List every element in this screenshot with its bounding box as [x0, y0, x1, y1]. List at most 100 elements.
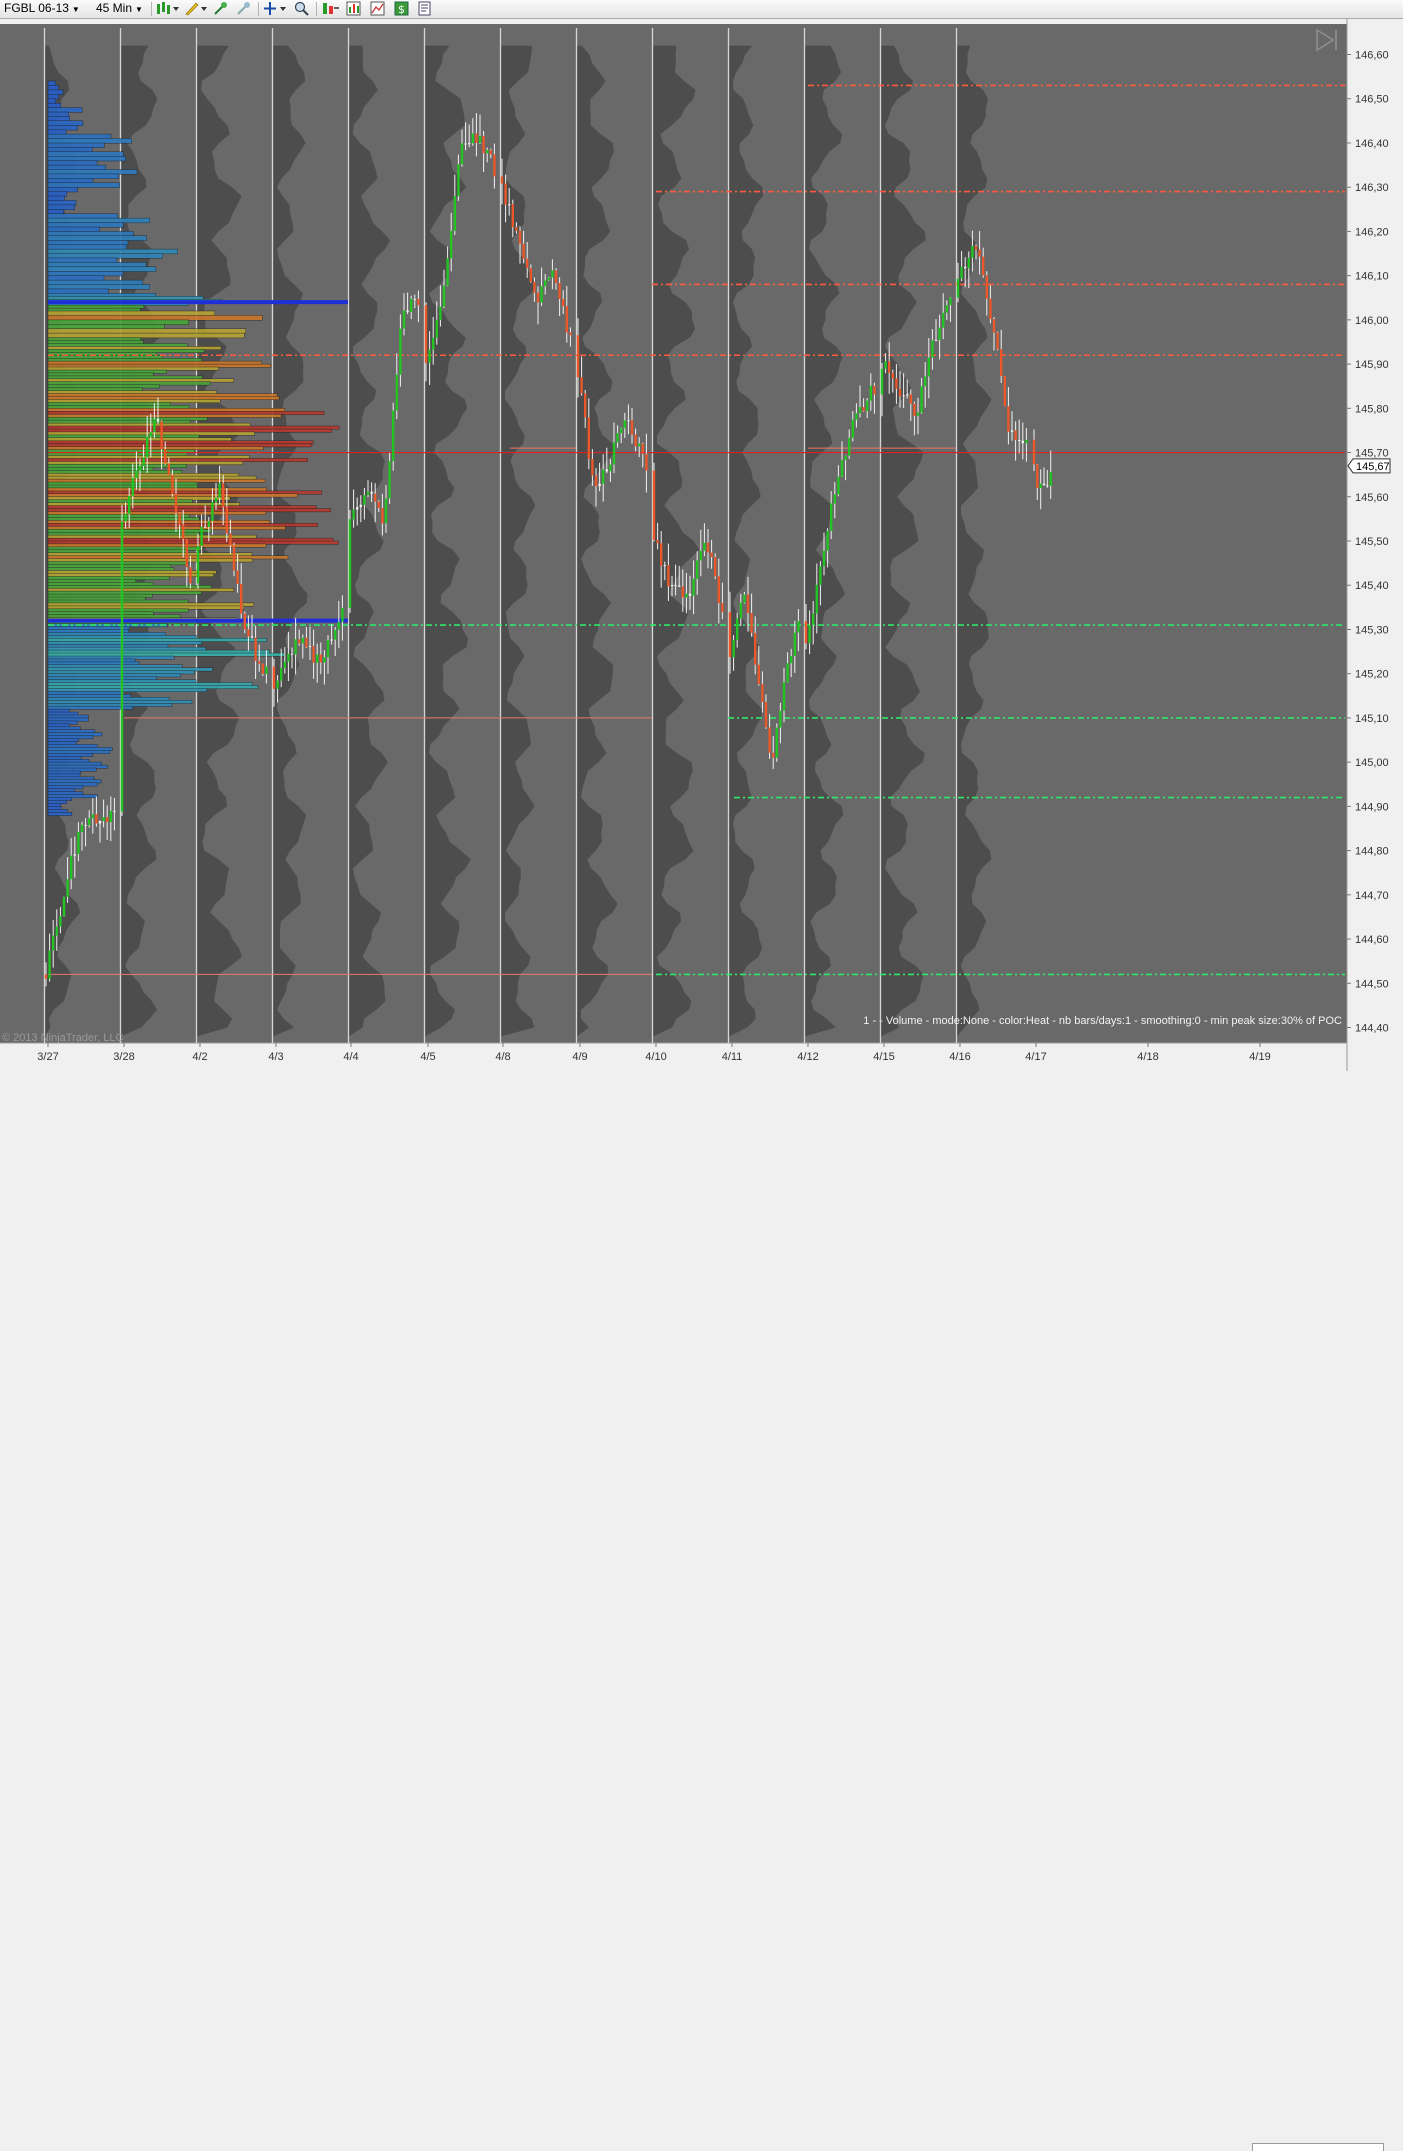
price-axis-label: 145,60	[1355, 492, 1389, 504]
candle-body	[366, 491, 370, 496]
volume-profile-bar	[47, 191, 68, 197]
candle-body	[417, 299, 420, 306]
candle-body	[855, 413, 858, 420]
volume-profile-bar	[47, 248, 178, 255]
candle-body	[106, 817, 109, 823]
candle-body	[66, 879, 69, 897]
toolbar-separator	[258, 2, 259, 16]
candle-body	[652, 470, 656, 540]
candle-body	[294, 639, 297, 655]
candle-body	[945, 305, 948, 313]
candle-body	[569, 332, 572, 336]
candle-body	[674, 585, 677, 587]
candle-body	[688, 593, 692, 596]
candle-body	[402, 310, 406, 329]
candle-body	[446, 258, 449, 286]
price-axis-label: 146,40	[1355, 138, 1389, 150]
candle-body	[370, 491, 373, 494]
bar-style-icon[interactable]	[156, 1, 180, 16]
volume-profile-bar	[47, 235, 147, 241]
candle-body	[475, 133, 478, 143]
crosshair-icon[interactable]	[263, 1, 287, 16]
candle-body	[276, 680, 279, 689]
candle-body	[508, 204, 511, 206]
candle-body	[837, 476, 840, 495]
candle-body	[891, 372, 894, 379]
volume-profile-bar	[47, 213, 118, 219]
price-axis-label: 146,50	[1355, 94, 1389, 106]
date-axis-label: 4/10	[645, 1051, 666, 1063]
candle-body	[562, 299, 565, 307]
price-axis-label: 145,80	[1355, 403, 1389, 415]
pencil-draw-icon[interactable]	[184, 1, 208, 16]
price-axis-label: 144,60	[1355, 934, 1389, 946]
status-strip	[0, 1071, 1403, 2151]
candle-body	[605, 469, 608, 472]
price-axis-label: 146,20	[1355, 226, 1389, 238]
candle-body	[174, 493, 178, 513]
candle-body	[109, 810, 112, 823]
volume-profile-bar	[47, 262, 147, 268]
indicators-icon[interactable]	[346, 1, 361, 16]
candle-body	[754, 632, 757, 665]
candle-body	[1007, 406, 1010, 432]
price-chart[interactable]: 146,60 146,50 146,40 146,30 146,20 146,10 146,…	[0, 19, 1403, 1079]
candle-body	[218, 483, 221, 498]
candle-body	[721, 603, 724, 613]
candle-body	[156, 419, 160, 422]
volume-profile-bar	[47, 94, 59, 100]
chevron-down-icon: ▼	[135, 5, 143, 14]
dollar-icon[interactable]: $	[394, 1, 409, 16]
candle-body	[739, 602, 742, 619]
candle-body	[504, 183, 507, 205]
candle-body	[761, 684, 764, 702]
price-axis-panel	[1347, 19, 1403, 1079]
instrument-selector[interactable]: FGBL 06-13 ▼	[4, 0, 80, 18]
date-axis-label: 4/18	[1137, 1051, 1158, 1063]
candle-body	[272, 666, 276, 689]
candle-body	[964, 266, 967, 269]
magnifier-icon[interactable]	[294, 1, 309, 16]
candle-body	[728, 612, 732, 658]
volume-profile-bar	[47, 129, 67, 135]
candle-body	[283, 661, 286, 669]
candle-body	[189, 567, 192, 584]
volume-profile-bar	[47, 279, 144, 286]
candle-body	[956, 278, 960, 298]
candle-body	[974, 246, 978, 250]
volume-profile-bar	[47, 111, 69, 118]
candle-body	[848, 437, 851, 456]
candle-body	[258, 661, 261, 664]
candle-body	[468, 143, 471, 145]
candle-body	[623, 420, 626, 429]
candle-body	[584, 393, 587, 418]
candle-body	[59, 916, 62, 927]
volume-profile-bar	[47, 138, 132, 144]
candle-body	[913, 403, 916, 416]
candle-body	[895, 378, 898, 389]
date-axis-label: 4/15	[873, 1051, 894, 1063]
zoom-in-icon[interactable]	[213, 1, 228, 16]
date-axis-label: 4/16	[949, 1051, 970, 1063]
candle-body	[931, 340, 934, 358]
volume-profile-bar	[47, 186, 78, 193]
candle-body	[536, 292, 540, 303]
candle-body	[214, 497, 218, 502]
chart-style-icon[interactable]	[370, 1, 385, 16]
candle-body	[638, 443, 641, 447]
candle-body	[960, 266, 963, 279]
price-axis-label: 145,20	[1355, 669, 1389, 681]
candle-body	[670, 585, 674, 587]
properties-icon[interactable]	[417, 1, 432, 16]
candle-body	[337, 621, 340, 630]
candle-body	[812, 613, 815, 625]
candle-body	[526, 258, 529, 269]
candle-body	[978, 249, 981, 257]
price-axis-label: 145,30	[1355, 624, 1389, 636]
candle-body	[620, 428, 623, 434]
zoom-out-icon[interactable]	[236, 1, 251, 16]
interval-selector[interactable]: 45 Min ▼	[96, 0, 143, 18]
chart-area[interactable]: 146,60 146,50 146,40 146,30 146,20 146,10 146,…	[0, 19, 1403, 1079]
strategy-icon[interactable]	[322, 1, 340, 16]
candle-body	[985, 275, 988, 299]
